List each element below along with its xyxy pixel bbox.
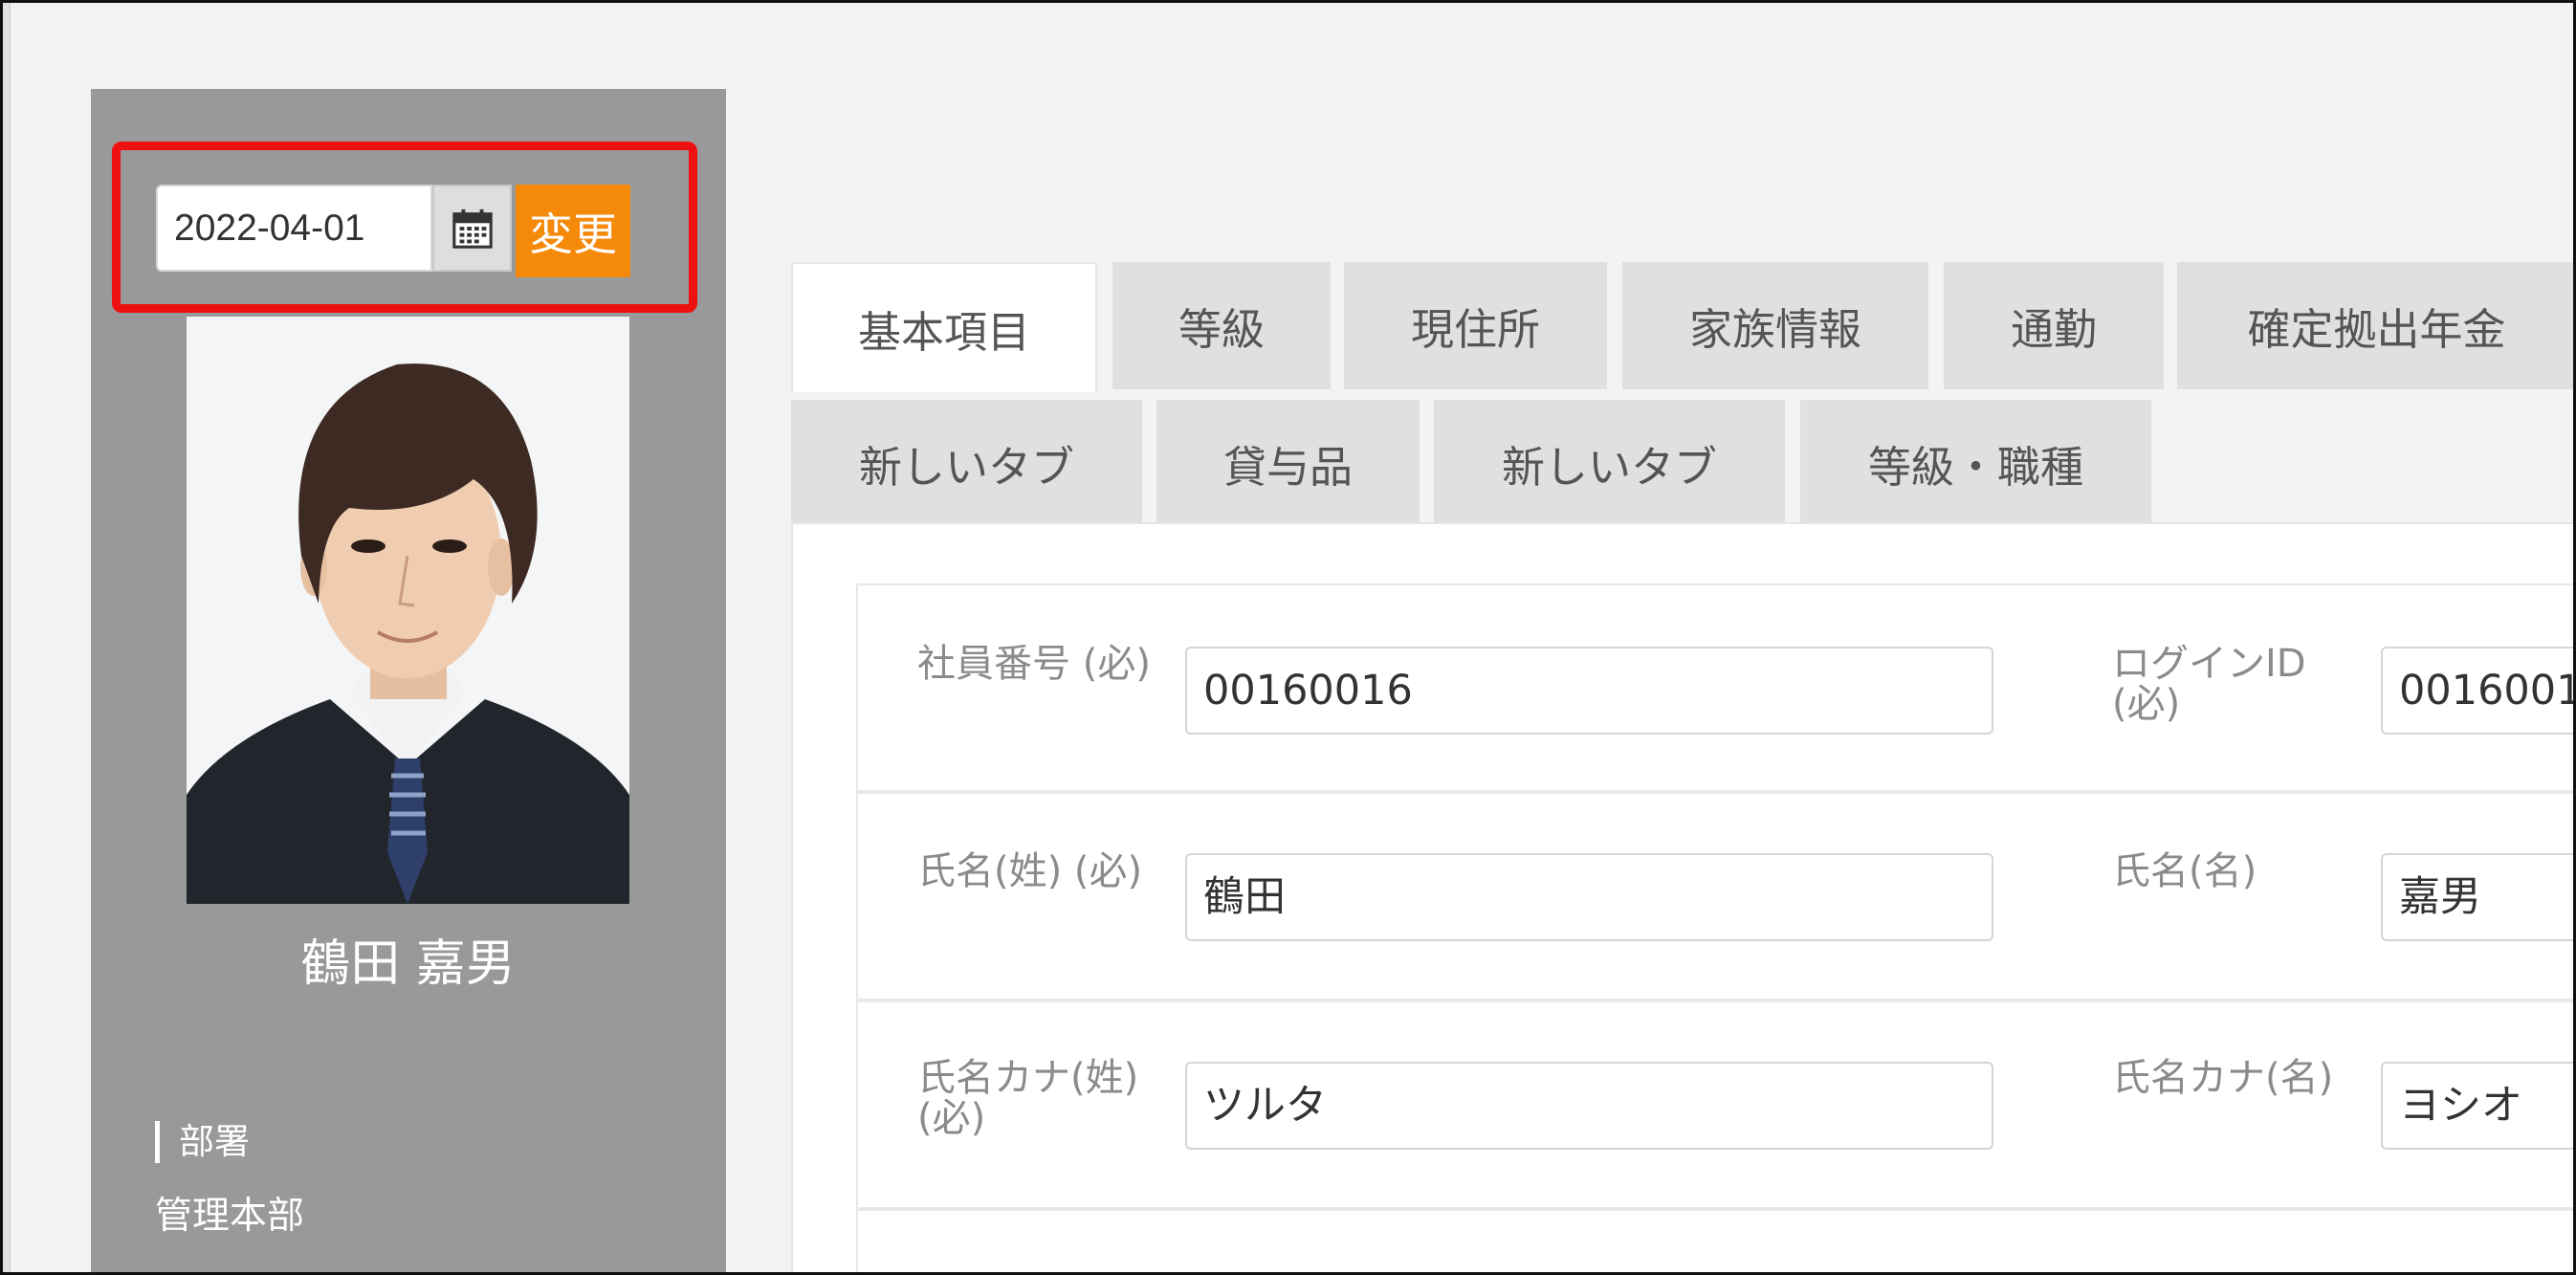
tab-family-info[interactable]: 家族情報 bbox=[1622, 262, 1928, 389]
employee-name: 鶴田 嘉男 bbox=[300, 935, 516, 993]
employee-no-input[interactable]: 00160016 bbox=[1185, 647, 1993, 735]
department-label: 部署 bbox=[155, 1121, 250, 1163]
login-id-label: ログインID bbox=[2112, 642, 2306, 686]
tab-defined-contribution-pension[interactable]: 確定拠出年金 bbox=[2177, 262, 2576, 389]
highlight-annotation bbox=[112, 142, 697, 313]
employee-no-label: 社員番号 (必) bbox=[917, 642, 1151, 686]
last-name-kana-input[interactable]: ツルタ bbox=[1185, 1062, 1993, 1150]
login-id-required-label: (必) bbox=[2112, 682, 2181, 726]
first-name-kana-label: 氏名カナ(名) bbox=[2112, 1056, 2334, 1100]
tab-basic-items[interactable]: 基本項目 bbox=[791, 262, 1097, 392]
tab-grade-job-type[interactable]: 等級・職種 bbox=[1800, 400, 2151, 527]
tab-current-address[interactable]: 現住所 bbox=[1344, 262, 1607, 389]
last-name-label: 氏名(姓) (必) bbox=[917, 849, 1143, 893]
window-left-edge bbox=[3, 3, 11, 1272]
form-row-next bbox=[856, 1209, 2576, 1275]
login-id-input[interactable]: 00160016 bbox=[2381, 647, 2576, 735]
last-name-input[interactable]: 鶴田 bbox=[1185, 853, 1993, 941]
tab-new-tab-1[interactable]: 新しいタブ bbox=[791, 400, 1142, 527]
first-name-input[interactable]: 嘉男 bbox=[2381, 853, 2576, 941]
employee-photo bbox=[187, 317, 629, 904]
department-value: 管理本部 bbox=[155, 1195, 305, 1238]
first-name-kana-input[interactable]: ヨシオ bbox=[2381, 1062, 2576, 1150]
tab-new-tab-2[interactable]: 新しいタブ bbox=[1434, 400, 1785, 527]
last-name-kana-required-label: (必) bbox=[917, 1096, 986, 1140]
tab-commute[interactable]: 通勤 bbox=[1944, 262, 2164, 389]
tab-loaned-items[interactable]: 貸与品 bbox=[1156, 400, 1420, 527]
tab-grade[interactable]: 等級 bbox=[1112, 262, 1331, 389]
first-name-label: 氏名(名) bbox=[2112, 849, 2257, 893]
last-name-kana-label: 氏名カナ(姓) bbox=[917, 1056, 1139, 1100]
